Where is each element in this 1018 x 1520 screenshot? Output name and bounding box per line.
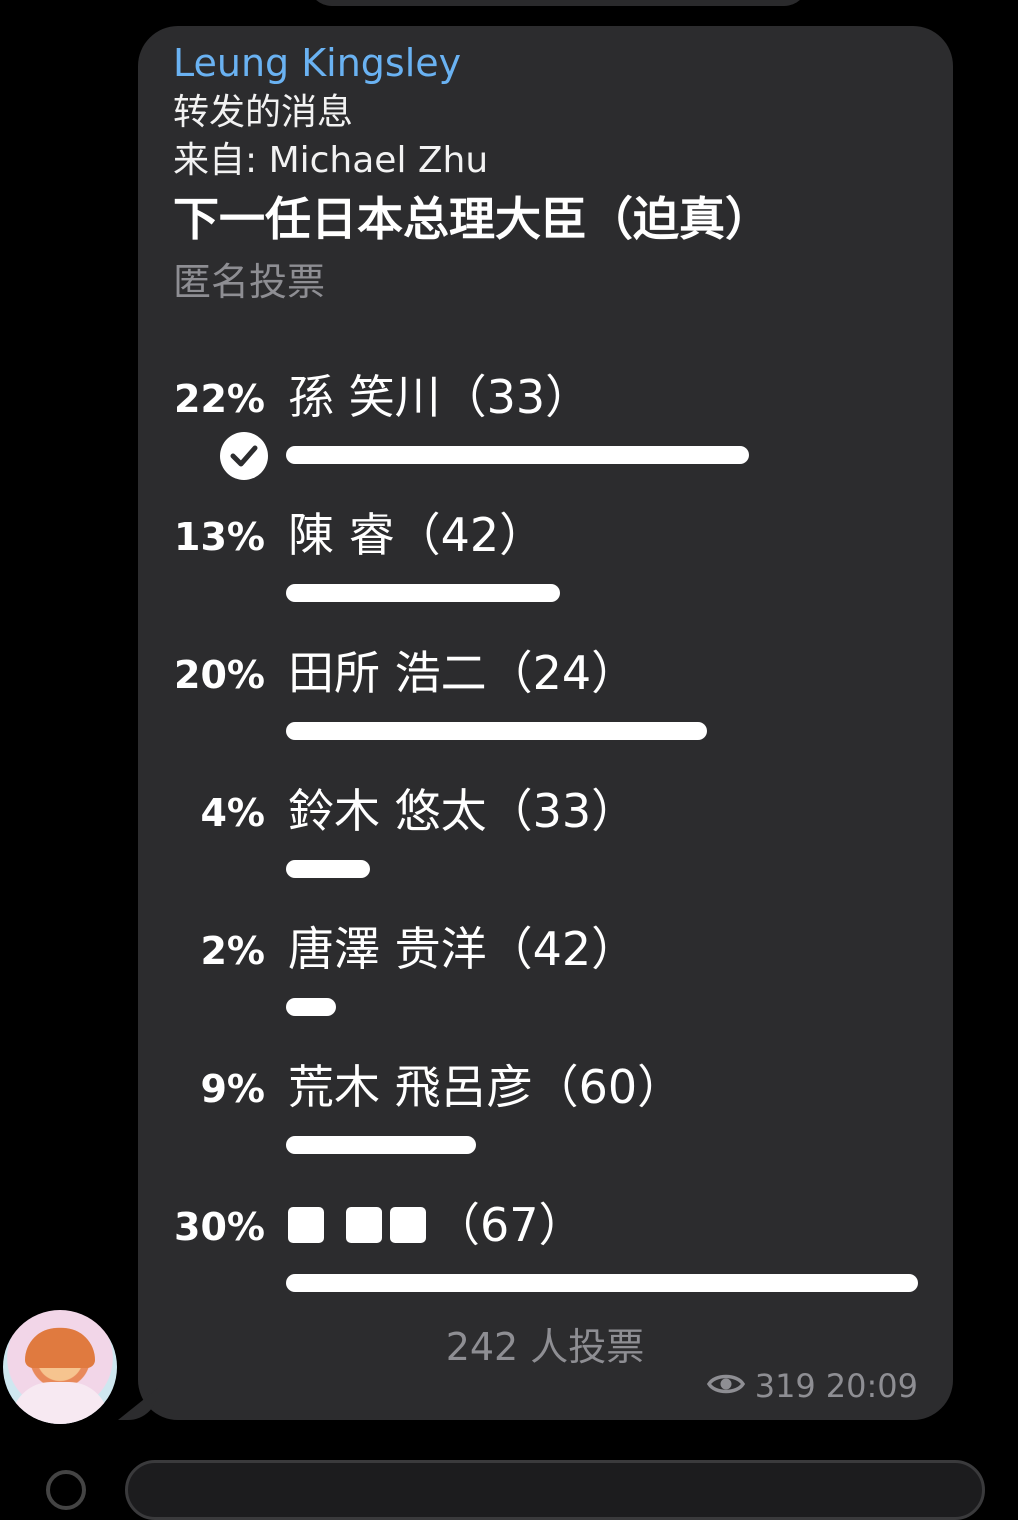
- option-bar: [286, 584, 560, 602]
- option-bar: [286, 860, 370, 878]
- option-label: 田所 浩二（24）: [288, 646, 638, 700]
- message-input-bar[interactable]: [125, 1460, 985, 1520]
- option-label: 鈴木 悠太（33）: [288, 784, 638, 838]
- option-bar: [286, 1136, 476, 1154]
- option-bar: [286, 446, 749, 464]
- option-bar: [286, 1274, 918, 1292]
- poll-question: 下一任日本总理大臣（迫真）: [173, 192, 771, 246]
- option-label: 唐澤 贵洋（42）: [288, 922, 638, 976]
- check-icon: [220, 432, 268, 480]
- sender-name[interactable]: Leung Kingsley: [173, 38, 461, 88]
- option-label: 荒木 飛呂彦（60）: [288, 1060, 684, 1114]
- avatar[interactable]: [3, 1310, 117, 1424]
- option-label: 陳 睿（42）: [288, 508, 546, 562]
- total-votes[interactable]: 242 人投票: [0, 1322, 1018, 1372]
- forwarded-from[interactable]: 来自: Michael Zhu: [173, 138, 488, 184]
- option-label-censored: （67）: [288, 1194, 585, 1256]
- poll-option[interactable]: 2% 唐澤 贵洋（42）: [140, 904, 940, 1024]
- option-percent: 20%: [174, 653, 265, 697]
- bubble-tail: [118, 1388, 158, 1420]
- poll-option[interactable]: 22% 孫 笑川（33）: [140, 352, 940, 480]
- poll-option[interactable]: 9% 荒木 飛呂彦（60）: [140, 1042, 940, 1162]
- forwarded-label: 转发的消息: [173, 92, 354, 133]
- option-percent: 2%: [200, 929, 265, 973]
- poll-type: 匿名投票: [173, 260, 326, 304]
- option-bar: [286, 722, 707, 740]
- option-label: （67）: [434, 1198, 585, 1252]
- option-percent: 13%: [174, 515, 265, 559]
- message-meta: 319 20:09: [706, 1366, 918, 1406]
- bottom-left-icon[interactable]: [46, 1470, 86, 1510]
- poll-option[interactable]: 13% 陳 睿（42）: [140, 490, 940, 610]
- option-percent: 4%: [200, 791, 265, 835]
- poll-option[interactable]: 30% （67）: [140, 1180, 940, 1300]
- option-percent: 22%: [174, 377, 265, 421]
- message-time: 20:09: [825, 1367, 918, 1405]
- censor-blocks: [288, 1194, 434, 1256]
- option-label: 孫 笑川（33）: [288, 370, 592, 424]
- previous-message-bubble: [308, 0, 808, 6]
- poll-option[interactable]: 4% 鈴木 悠太（33）: [140, 766, 940, 886]
- option-percent: 30%: [174, 1205, 265, 1249]
- poll-option[interactable]: 20% 田所 浩二（24）: [140, 628, 940, 748]
- option-bar: [286, 998, 336, 1016]
- eye-icon: [706, 1366, 745, 1406]
- view-count: 319: [754, 1367, 816, 1405]
- option-percent: 9%: [200, 1067, 265, 1111]
